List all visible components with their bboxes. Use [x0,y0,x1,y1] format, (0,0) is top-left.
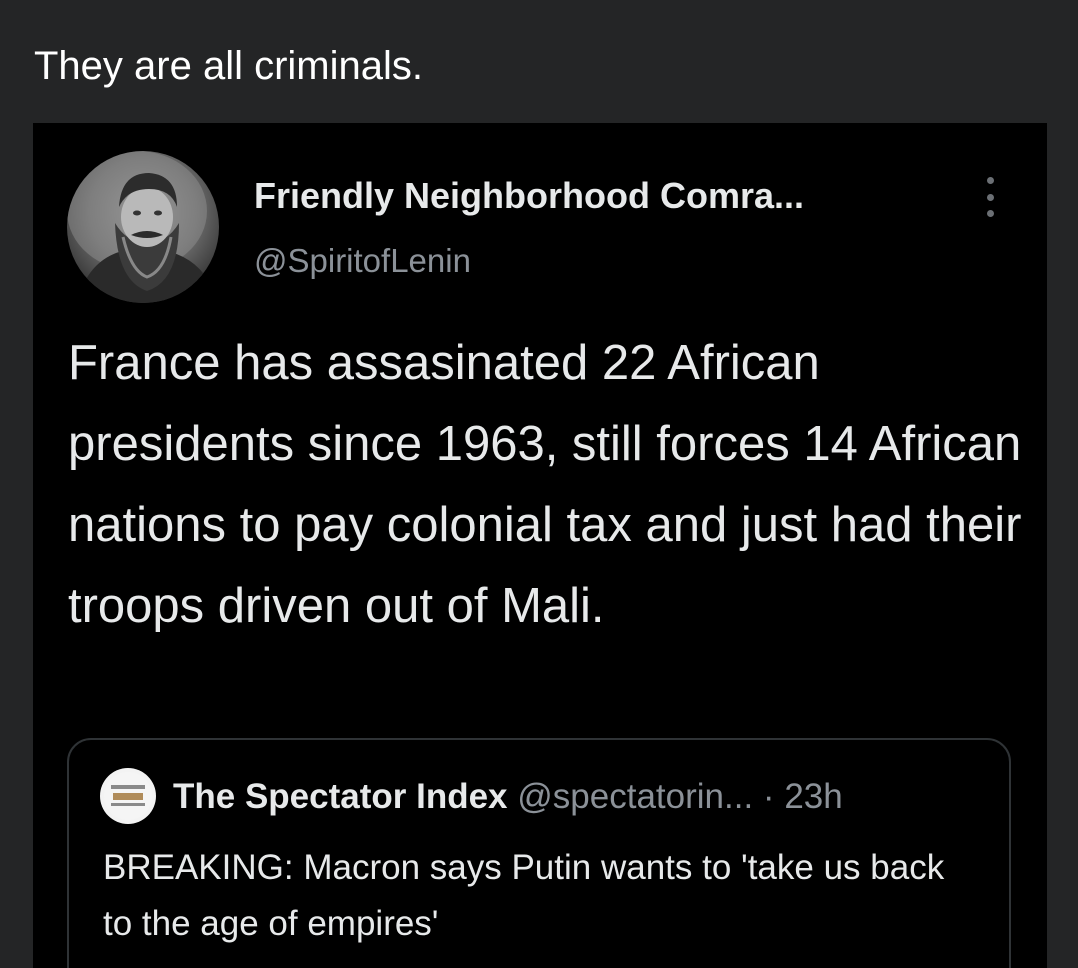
more-vertical-icon [986,177,994,184]
quoted-timestamp[interactable]: 23h [784,777,842,816]
portrait-image [67,151,217,303]
author-handle[interactable]: @SpiritofLenin [254,241,471,281]
quoted-separator: · [762,777,775,816]
more-vertical-icon [986,193,994,201]
more-vertical-icon [986,210,994,217]
tweet-card[interactable]: Friendly Neighborhood Comra... @Spiritof… [33,123,1047,968]
quoted-author-avatar[interactable] [100,768,156,824]
quoted-author-name[interactable]: The Spectator Index [173,777,508,816]
quoted-tweet-card[interactable]: The Spectator Index @spectatorin... · 23… [67,738,1011,968]
quoted-author-handle[interactable]: @spectatorin... [517,777,753,816]
post-caption: They are all criminals. [34,44,424,88]
author-avatar[interactable] [67,151,219,303]
more-options-button[interactable] [979,177,1001,217]
quoted-tweet-header: The Spectator Index @spectatorin... · 23… [173,776,843,818]
quoted-tweet-text: BREAKING: Macron says Putin wants to 'ta… [103,848,945,943]
author-name[interactable]: Friendly Neighborhood Comra... [254,175,804,217]
spectator-index-logo-icon [104,772,152,820]
tweet-text: France has assasinated 22 African presid… [68,336,1022,633]
